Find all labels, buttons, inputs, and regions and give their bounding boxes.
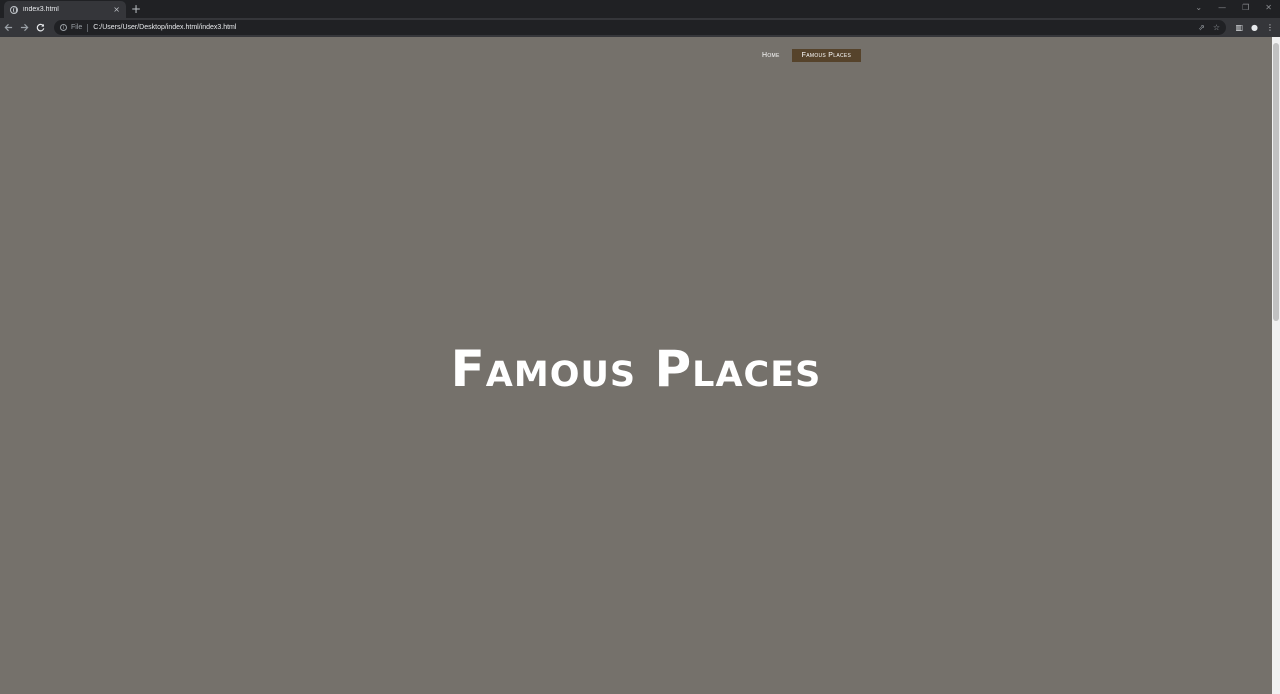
browser-toolbar: i File C:/Users/User/Desktop/index.html/… [0, 18, 1280, 37]
scrollbar-thumb[interactable] [1273, 43, 1279, 321]
minimize-icon[interactable]: — [1218, 2, 1226, 14]
page-viewport: Home Famous Places Famous Places [0, 37, 1272, 694]
vertical-scrollbar[interactable] [1272, 37, 1280, 694]
globe-icon [10, 5, 18, 14]
toolbar-actions: ▥ ● ⋮ [1235, 22, 1274, 33]
back-arrow-icon[interactable] [0, 20, 16, 36]
star-icon[interactable]: ☆ [1213, 23, 1220, 32]
nav-home-link[interactable]: Home [752, 49, 790, 62]
address-bar[interactable]: i File C:/Users/User/Desktop/index.html/… [54, 20, 1226, 35]
page-title: Famous Places [450, 340, 822, 398]
url-separator [87, 23, 89, 32]
tab-strip: index3.html × + ⌄ — ❐ ✕ [0, 0, 1280, 18]
share-icon[interactable]: ⇗ [1198, 23, 1205, 32]
site-nav: Home Famous Places [752, 49, 862, 62]
url-scheme: File [71, 24, 83, 31]
reload-icon[interactable] [32, 20, 48, 36]
omnibox-actions: ⇗ ☆ [1198, 23, 1220, 32]
close-window-icon[interactable]: ✕ [1265, 2, 1272, 14]
url-text[interactable]: C:/Users/User/Desktop/index.html/index3.… [93, 24, 1198, 31]
forward-arrow-icon[interactable] [16, 20, 32, 36]
kebab-menu-icon[interactable]: ⋮ [1266, 22, 1274, 33]
window-controls: ⌄ — ❐ ✕ [1195, 2, 1272, 14]
tab-close-icon[interactable]: × [113, 5, 120, 14]
side-panel-icon[interactable]: ▥ [1235, 22, 1243, 33]
info-icon[interactable]: i [60, 24, 67, 31]
tab-search-icon[interactable]: ⌄ [1195, 2, 1202, 14]
new-tab-button[interactable]: + [131, 2, 141, 16]
restore-icon[interactable]: ❐ [1242, 2, 1249, 14]
tab-title: index3.html [23, 6, 59, 13]
nav-famous-places-link[interactable]: Famous Places [791, 49, 862, 62]
browser-tab[interactable]: index3.html × [4, 1, 126, 18]
profile-icon[interactable]: ● [1251, 22, 1258, 33]
